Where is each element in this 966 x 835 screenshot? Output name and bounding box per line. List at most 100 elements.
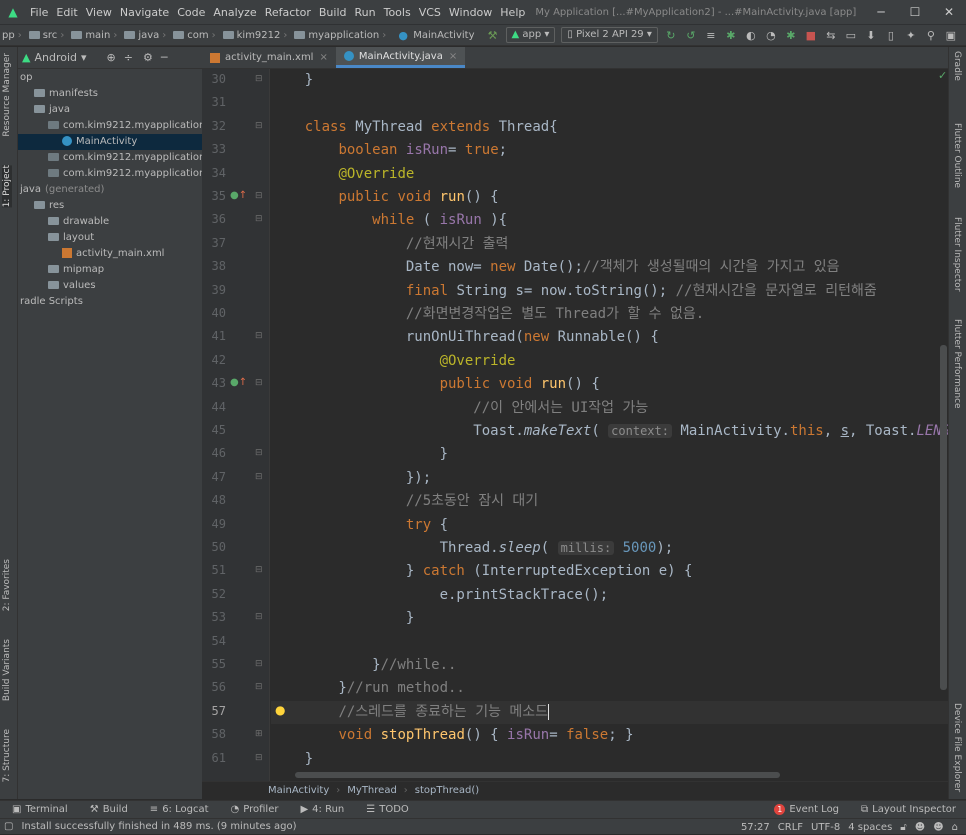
coverage-icon[interactable]: ◐ [743, 29, 759, 42]
code-line[interactable] [271, 92, 948, 115]
fold-marker-icon[interactable]: ⊞ [255, 729, 263, 739]
fold-marker-icon[interactable]: ⊟ [255, 472, 263, 482]
line-number[interactable]: 46 [202, 446, 226, 460]
tree-item[interactable]: com.kim9212.myapplication(androidTest) [18, 150, 202, 166]
line-number[interactable]: 40 [202, 306, 226, 320]
close-tab-icon[interactable]: × [449, 51, 457, 62]
tab-layout-inspector[interactable]: ⧉ Layout Inspector [861, 804, 956, 815]
line-number[interactable]: 53 [202, 610, 226, 624]
code-line[interactable]: e.printStackTrace(); [271, 584, 948, 607]
code-line[interactable]: //이 안에서는 UI작업 가능 [271, 397, 948, 420]
code-line[interactable]: Thread.sleep( millis: 5000); [271, 537, 948, 560]
code-line[interactable]: public void run() { [271, 373, 948, 396]
code-line[interactable]: class MyThread extends Thread{ [271, 116, 948, 139]
fold-marker-icon[interactable]: ⊟ [255, 74, 263, 84]
line-number[interactable]: 57 [202, 704, 226, 718]
tree-item[interactable]: com.kim9212.myapplication(test) [18, 166, 202, 182]
code-line[interactable]: while ( isRun ){ [271, 209, 948, 232]
line-number[interactable]: 35 [202, 189, 226, 203]
fold-marker-icon[interactable]: ⊟ [255, 612, 263, 622]
apply-changes-icon[interactable]: ↻ [663, 29, 679, 42]
tab-build-variants[interactable]: Build Variants [2, 639, 12, 701]
line-number[interactable]: 39 [202, 283, 226, 297]
code-line[interactable]: runOnUiThread(new Runnable() { [271, 326, 948, 349]
tree-item[interactable]: activity_main.xml [18, 246, 202, 262]
fold-marker-icon[interactable]: ⊟ [255, 191, 263, 201]
line-number[interactable]: 49 [202, 517, 226, 531]
nav-crumb-mainactivity[interactable]: ● MainActivity [391, 29, 476, 42]
horizontal-scrollbar[interactable] [295, 772, 780, 778]
search-icon[interactable]: ⚲ [923, 29, 939, 42]
code-line[interactable]: Date now= new Date();//객체가 생성될때의 시간을 가지고… [271, 256, 948, 279]
tree-item[interactable]: MainActivity [18, 134, 202, 150]
tab-favorites[interactable]: 2: Favorites [2, 559, 12, 611]
line-number[interactable]: 41 [202, 329, 226, 343]
line-number[interactable]: 42 [202, 353, 226, 367]
menu-build[interactable]: Build [315, 6, 351, 19]
tab-flutter-inspector[interactable]: Flutter Inspector [952, 217, 962, 292]
file-encoding[interactable]: UTF-8 [811, 822, 840, 833]
code-line[interactable]: //현재시간 출력 [271, 233, 948, 256]
tab-project[interactable]: 1: Project [2, 165, 12, 208]
code-line[interactable]: Toast.makeText( context: MainActivity.th… [271, 420, 948, 443]
device-select[interactable]: ▯ Pixel 2 API 29 ▾ [561, 27, 658, 43]
inspection-ok-icon[interactable]: ✓ [938, 69, 947, 82]
notifications-icon[interactable]: ☻ [933, 822, 943, 833]
chevron-down-icon[interactable]: ▾ [81, 51, 87, 64]
tree-item[interactable]: radle Scripts [18, 294, 202, 310]
tab-activity-main-xml[interactable]: activity_main.xml × [202, 47, 336, 68]
line-separator[interactable]: CRLF [778, 822, 803, 833]
tab-flutter-performance[interactable]: Flutter Performance [952, 319, 962, 409]
maximize-icon[interactable]: ☐ [898, 0, 932, 24]
menu-help[interactable]: Help [496, 6, 529, 19]
tree-item[interactable]: mipmap [18, 262, 202, 278]
plugins-icon[interactable]: ✦ [903, 29, 919, 42]
code-line[interactable]: @Override [271, 350, 948, 373]
tab-gradle[interactable]: Gradle [952, 51, 962, 81]
line-number[interactable]: 36 [202, 212, 226, 226]
debug-icon[interactable]: ✱ [723, 29, 739, 42]
fold-marker-icon[interactable]: ⊟ [255, 121, 263, 131]
tree-item[interactable]: com.kim9212.myapplication [18, 118, 202, 134]
line-number[interactable]: 56 [202, 680, 226, 694]
tab-build[interactable]: ⚒ Build [90, 804, 128, 815]
line-number[interactable]: 45 [202, 423, 226, 437]
tab-flutter-outline[interactable]: Flutter Outline [952, 123, 962, 188]
sync-project-icon[interactable]: ⇆ [823, 29, 839, 42]
code-line[interactable]: }); [271, 467, 948, 490]
line-number[interactable]: 34 [202, 166, 226, 180]
nav-crumb-kim9212[interactable]: kim9212 › [221, 30, 293, 41]
line-number[interactable]: 51 [202, 563, 226, 577]
tab-todo[interactable]: ☰ TODO [366, 804, 409, 815]
menu-navigate[interactable]: Navigate [116, 6, 173, 19]
status-message[interactable]: Install successfully finished in 489 ms.… [21, 821, 296, 832]
hide-panel-icon[interactable]: ─ [161, 51, 168, 64]
line-number[interactable]: 50 [202, 540, 226, 554]
override-marker-icon[interactable]: ●↑ [230, 190, 247, 201]
code-line[interactable]: public void run() { [271, 186, 948, 209]
nav-crumb-app[interactable]: pp › [0, 30, 27, 41]
code-line[interactable]: //화면변경작업은 별도 Thread가 할 수 없음. [271, 303, 948, 326]
attach-debugger-icon[interactable]: ✱ [783, 29, 799, 42]
crumb-class[interactable]: MainActivity [268, 785, 329, 796]
code-line[interactable]: }//while.. [271, 654, 948, 677]
code-editor[interactable]: } class MyThread extends Thread{ boolean… [271, 69, 948, 781]
menu-code[interactable]: Code [173, 6, 209, 19]
minimize-icon[interactable]: ─ [864, 0, 898, 24]
nav-crumb-src[interactable]: src › [27, 30, 70, 41]
project-view-select[interactable]: Android [34, 51, 77, 64]
line-number[interactable]: 55 [202, 657, 226, 671]
fold-marker-icon[interactable]: ⊟ [255, 331, 263, 341]
line-number[interactable]: 58 [202, 727, 226, 741]
tree-item[interactable]: drawable [18, 214, 202, 230]
code-line[interactable]: } [271, 748, 948, 771]
tab-resource-manager[interactable]: Resource Manager [2, 53, 12, 137]
indent-setting[interactable]: 4 spaces [848, 822, 892, 833]
code-line[interactable]: //5초동안 잠시 대기 [271, 490, 948, 513]
line-number[interactable]: 31 [202, 95, 226, 109]
profile-icon[interactable]: ◔ [763, 29, 779, 42]
line-number[interactable]: 33 [202, 142, 226, 156]
code-line[interactable]: void stopThread() { isRun= false; } [271, 724, 948, 747]
collapse-all-icon[interactable]: ÷ [124, 51, 133, 64]
code-line[interactable]: final String s= now.toString(); //현재시간을 … [271, 280, 948, 303]
